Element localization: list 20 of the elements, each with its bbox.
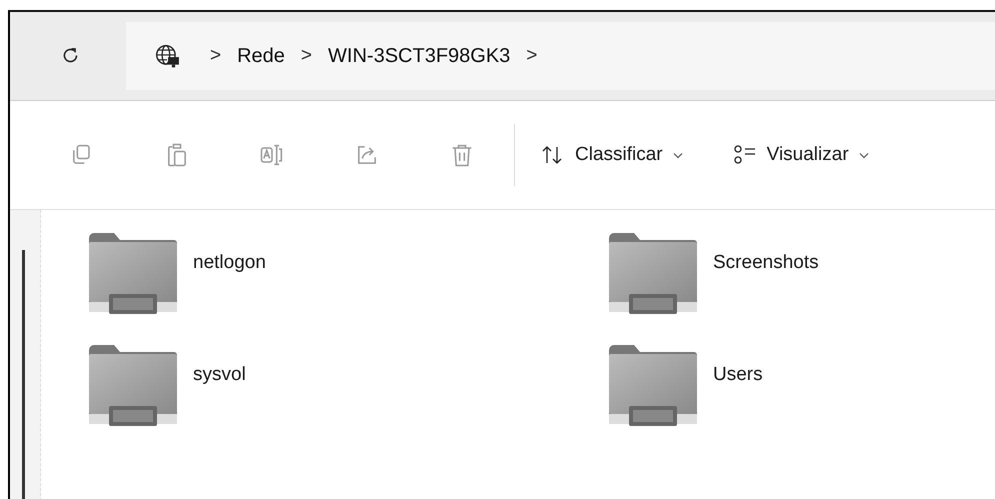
- network-folder-icon[interactable]: [609, 232, 697, 314]
- breadcrumb-item[interactable]: WIN-3SCT3F98GK3: [328, 44, 510, 68]
- scrollbar-thumb[interactable]: [22, 250, 25, 499]
- network-folder-icon[interactable]: [609, 344, 697, 426]
- folder-name[interactable]: sysvol: [193, 364, 246, 386]
- breadcrumb-separator[interactable]: >: [526, 45, 538, 67]
- caret-icon[interactable]: [858, 152, 869, 158]
- folder-name[interactable]: netlogon: [193, 252, 266, 274]
- caret-icon[interactable]: [672, 152, 683, 158]
- menu-button[interactable]: Visualizar: [766, 144, 849, 166]
- folder-name[interactable]: Screenshots: [713, 252, 819, 274]
- menu-button[interactable]: Classificar: [575, 144, 663, 166]
- network-folder-icon[interactable]: [89, 344, 177, 426]
- network-globe-icon: [154, 43, 180, 69]
- folder-name[interactable]: Users: [713, 364, 763, 386]
- breadcrumb-separator[interactable]: >: [300, 45, 312, 67]
- network-folder-icon[interactable]: [89, 232, 177, 314]
- breadcrumb-item[interactable]: Rede: [237, 44, 285, 68]
- breadcrumb-separator[interactable]: >: [210, 45, 222, 67]
- address-bar[interactable]: > Rede > WIN-3SCT3F98GK3 >: [126, 22, 995, 90]
